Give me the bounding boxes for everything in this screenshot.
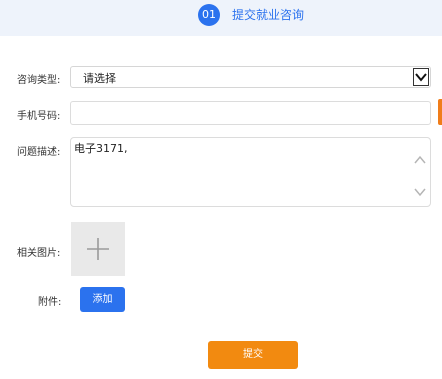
edge-accent [438,99,442,125]
phone-input[interactable] [70,101,431,125]
description-text: 电子3171, [74,142,128,155]
description-textarea[interactable]: 电子3171, [70,137,431,207]
consult-type-label: 咨询类型: [17,75,61,86]
related-image-label: 相关图片: [17,248,61,259]
phone-label: 手机号码: [17,111,61,122]
attachment-label: 附件: [38,297,62,308]
submit-button[interactable]: 提交 [208,341,298,369]
description-label: 问题描述: [17,147,61,158]
step-title: 提交就业咨询 [232,8,305,22]
step-header: 01 提交就业咨询 [0,0,442,36]
consult-type-select[interactable]: 请选择 [70,66,431,88]
image-upload-box[interactable] [71,222,125,276]
plus-icon [87,238,109,260]
add-attachment-button[interactable]: 添加 [80,287,125,312]
scroll-down-icon[interactable] [414,182,426,197]
chevron-down-icon[interactable] [413,68,429,86]
consult-type-selected-value: 请选择 [83,72,116,85]
scroll-up-icon[interactable] [414,150,426,164]
step-number-badge: 01 [198,4,220,26]
